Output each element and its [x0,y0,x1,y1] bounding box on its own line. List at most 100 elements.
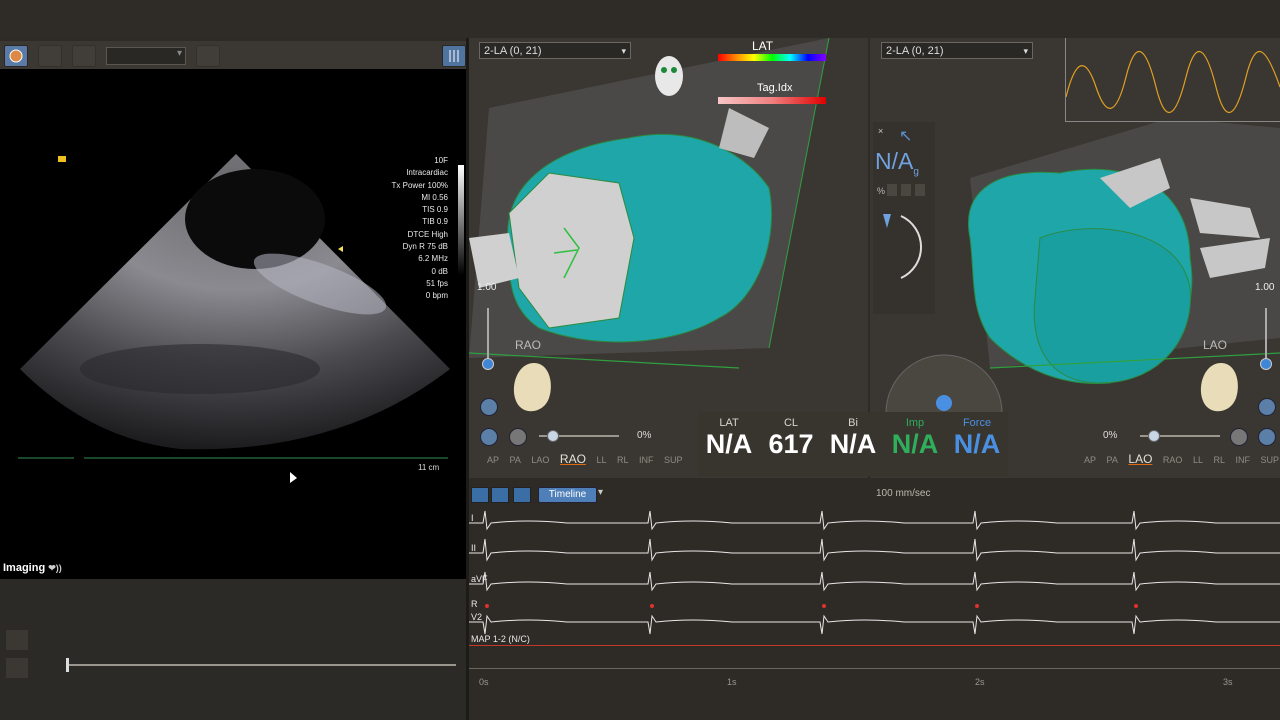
orient-lao-left[interactable]: LAO [531,455,549,465]
ultrasound-param: TIB 0.9 [422,217,448,227]
orientation-buttons-right: AP PA LAO RAO LL RL INF SUP [1084,452,1280,466]
rotate-icon-right[interactable] [1258,428,1276,446]
orient-sup-right[interactable]: SUP [1261,455,1280,465]
marker-icon [58,156,66,162]
vertical-slider-knob-left[interactable] [482,358,494,370]
ultrasound-param: 10F [434,156,448,165]
orient-rl-left[interactable]: RL [617,455,629,465]
orient-rao-right[interactable]: RAO [1163,455,1183,465]
time-tick-3: 3s [1223,677,1233,687]
lat-color-bar [718,54,826,61]
imaging-toolbar [0,41,466,70]
orient-inf-right[interactable]: INF [1236,455,1251,465]
ultrasound-param: DTCE High [407,229,448,239]
ecg-waveforms [469,510,1280,635]
indicator-square [901,184,911,196]
save-icon[interactable] [513,487,531,503]
settings-icon[interactable] [196,45,220,67]
vertical-slider-knob-right[interactable] [1260,358,1272,370]
ecg-trace [469,538,1280,562]
orient-sup-left[interactable]: SUP [664,455,683,465]
catheter-pct-label: % [877,186,886,196]
scale-label-right: 1.00 [1255,282,1275,293]
map-select-right[interactable]: 2-LA (0, 21) ▾ [881,42,1033,59]
ultrasound-image [18,154,450,483]
catheter-value-sub: g [913,166,919,178]
zoom-slider-knob-left[interactable] [547,430,559,442]
camera-icon[interactable] [72,45,96,67]
sphere-icon-left[interactable] [509,428,527,446]
orient-rao-left[interactable]: RAO [560,452,586,466]
calipers-icon[interactable] [491,487,509,503]
orient-lao-right[interactable]: LAO [1128,452,1152,466]
indicator-square [915,184,925,196]
stat-value: N/A [891,429,939,459]
stat-label: LAT [719,417,739,429]
time-tick-0: 0s [479,677,489,687]
stat-imp: Imp N/A [884,412,946,460]
orient-rl-right[interactable]: RL [1213,455,1225,465]
stat-bi: Bi N/A [822,412,884,460]
stat-value: N/A [705,429,753,459]
dial-center-icon [936,395,952,411]
stat-label: Force [962,417,992,429]
heart-orientation-icon-right[interactable] [1196,358,1246,418]
orient-ap-left[interactable]: AP [487,455,499,465]
orient-ll-right[interactable]: LL [1193,455,1203,465]
lead-label-v2: V2 [471,612,483,622]
heart-orientation-icon[interactable] [509,358,559,418]
adjust-icon[interactable] [442,45,466,67]
play-icon[interactable] [6,630,28,650]
map-select-left[interactable]: 2-LA (0, 21) ▾ [479,42,631,59]
ultrasound-param: 0 bpm [425,291,448,301]
rotate-icon-left[interactable] [480,428,498,446]
lead-label-avf: aVF [471,574,488,584]
zoom-slider-knob-right[interactable] [1148,430,1160,442]
lead-label-ii: II [471,543,477,553]
orient-pa-left[interactable]: PA [510,455,521,465]
tools-icon[interactable] [471,487,489,503]
orient-ll-left[interactable]: LL [596,455,606,465]
navigation-dial[interactable] [884,345,1004,415]
scale-label-left: 1.00 [477,282,497,293]
sphere-icon-right[interactable] [1230,428,1248,446]
imaging-preset-dropdown[interactable] [106,47,186,65]
cine-panel [0,580,466,720]
loop-icon[interactable] [6,658,28,678]
orient-inf-left[interactable]: INF [639,455,654,465]
ecg-toolbar: Timeline ▾ 100 mm/sec [469,485,1280,505]
lead-label-r: R [471,599,478,609]
stat-lat: LAT N/A [698,412,760,460]
cine-handle[interactable] [66,658,69,672]
cine-scrubber[interactable] [68,664,456,666]
ecg-traces[interactable]: I II aVF R V2 MAP 1-2 (N/C) 0s 1s 2s 3s [469,505,1280,720]
stats-panel: LAT N/A CL 617 Bi N/A Imp N/A Force N/A [698,412,1008,476]
imaging-title: Imaging [3,562,46,574]
tag-legend-label: Tag.Idx [757,82,793,94]
edit-icon[interactable] [38,45,62,67]
time-tick-1: 1s [727,677,737,687]
close-icon[interactable]: × [878,126,883,136]
ultrasound-view[interactable]: 10F Intracardiac Tx Power 100% MI 0.56 TIS 0… [0,69,466,579]
ultrasound-icon[interactable] [4,45,28,67]
ultrasound-param: Intracardiac [406,168,448,178]
chevron-down-icon[interactable]: ▾ [598,487,603,498]
waveform-preview [1065,38,1280,122]
heart-signal-icon: ❤)) [48,563,62,573]
ecg-trace [469,571,1280,592]
map-select-left-value: 2-LA (0, 21) [484,45,542,57]
ecg-trace [469,510,1280,531]
grayscale-bar [458,165,464,275]
orient-pa-right[interactable]: PA [1107,455,1118,465]
zoom-value-left: 0% [637,430,652,441]
map-baseline [469,645,1280,646]
ultrasound-parameters: 10F Intracardiac Tx Power 100% MI 0.56 TIS 0… [392,155,448,303]
stat-value: N/A [829,429,877,459]
zoom-value-right: 0% [1103,430,1118,441]
catheter-panel: × ↖ N/Ag % [873,122,935,314]
chevron-down-icon-left[interactable] [480,398,498,416]
timeline-button[interactable]: Timeline [538,487,597,503]
chevron-down-icon-right[interactable] [1258,398,1276,416]
ecg-trace [469,614,1280,635]
orient-ap-right[interactable]: AP [1084,455,1096,465]
